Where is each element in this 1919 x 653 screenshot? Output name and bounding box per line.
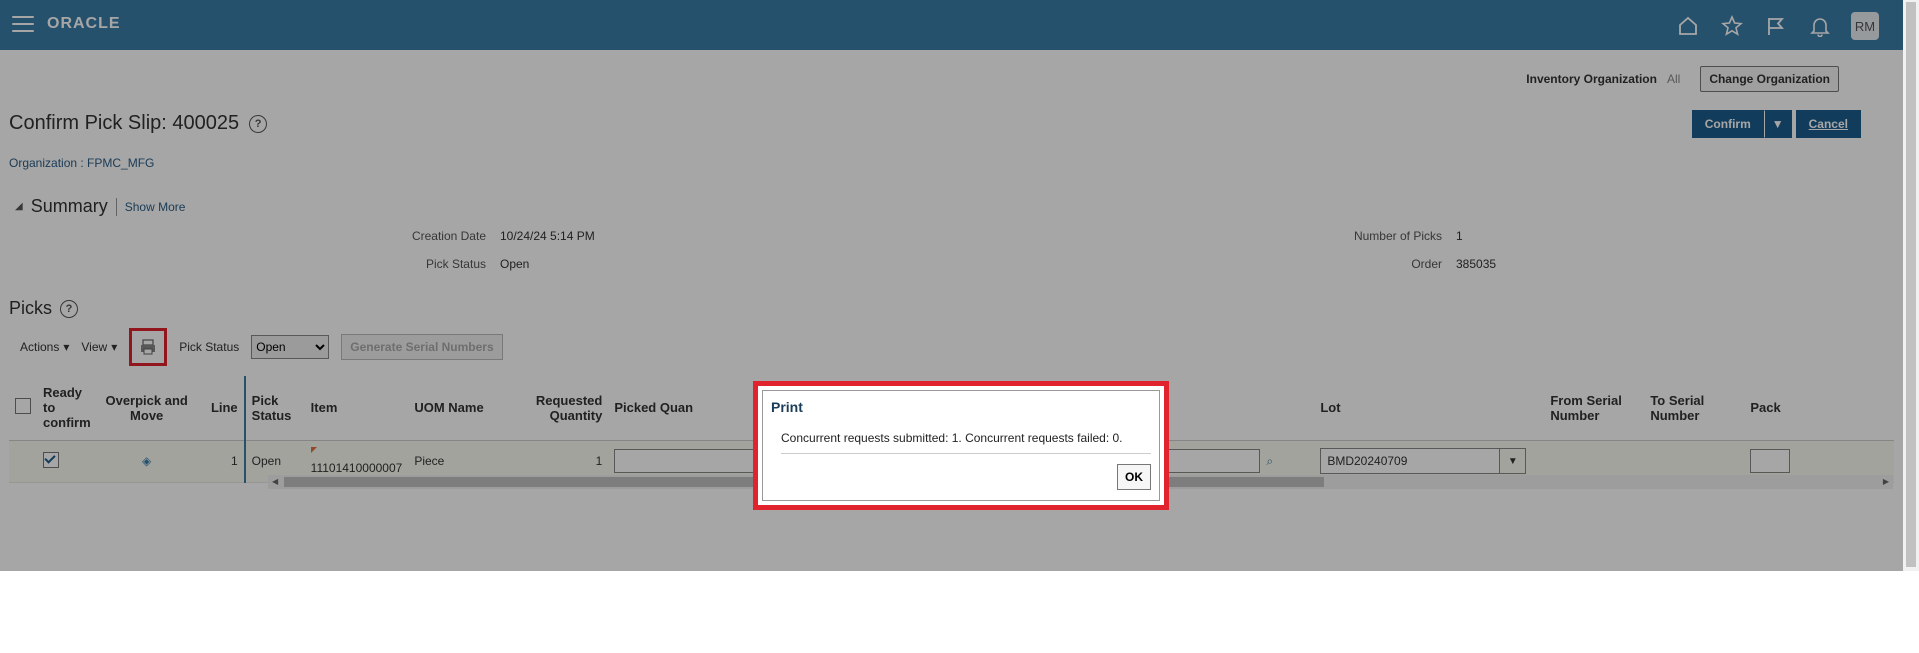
- vertical-scrollbar[interactable]: [1903, 0, 1919, 571]
- app-window: ORACLE RM Inventory Organization All Cha…: [0, 0, 1919, 571]
- ok-button[interactable]: OK: [1117, 464, 1151, 490]
- print-dialog-highlight: Print Concurrent requests submitted: 1. …: [753, 381, 1169, 510]
- print-dialog: Print Concurrent requests submitted: 1. …: [762, 390, 1160, 501]
- dialog-title: Print: [771, 399, 803, 415]
- dialog-message: Concurrent requests submitted: 1. Concur…: [781, 431, 1123, 445]
- dialog-divider: [781, 453, 1151, 454]
